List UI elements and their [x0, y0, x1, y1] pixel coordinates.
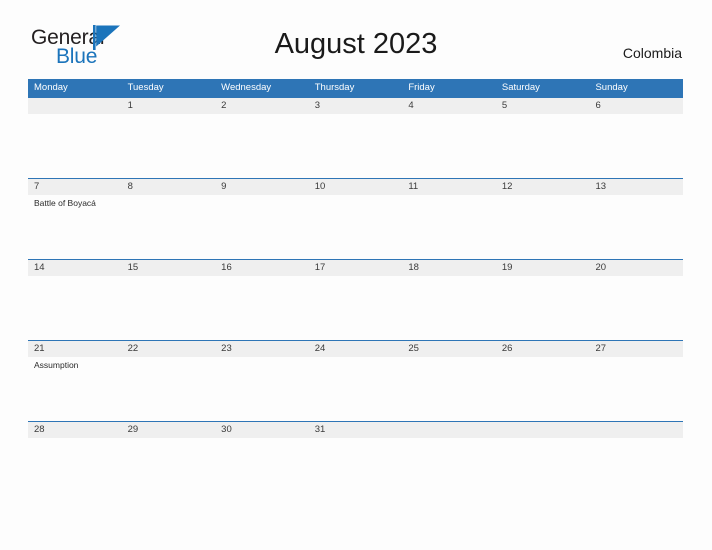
day-cell[interactable]: 19 [496, 260, 590, 340]
day-number: 25 [408, 343, 419, 354]
day-cell[interactable]: 30 [215, 422, 309, 451]
day-number: 15 [127, 262, 139, 273]
day-cell[interactable]: 10 [309, 179, 403, 259]
week-row: 28 29 30 31 [28, 421, 683, 451]
weekday-saturday: Saturday [501, 82, 540, 93]
day-cell[interactable]: 12 [496, 179, 590, 259]
day-cell[interactable]: 2 [215, 98, 309, 178]
day-number: 9 [221, 181, 227, 192]
day-cell[interactable]: 23 [215, 341, 309, 421]
day-cell[interactable]: 5 [496, 98, 590, 178]
day-cell[interactable] [28, 98, 122, 178]
country-label: Colombia [622, 45, 682, 61]
day-number: 30 [221, 424, 232, 435]
day-number: 10 [314, 181, 326, 192]
day-cell[interactable]: 25 [402, 341, 496, 421]
day-number: 18 [408, 262, 419, 273]
day-number: 23 [221, 343, 232, 354]
weekday-tuesday: Tuesday [127, 82, 164, 93]
day-number: 11 [408, 181, 419, 192]
day-number: 4 [408, 100, 414, 111]
day-number: 22 [127, 343, 139, 354]
day-cell[interactable]: 6 [589, 98, 683, 178]
day-number: 31 [314, 424, 326, 435]
day-number: 20 [595, 262, 607, 273]
day-number: 26 [501, 343, 513, 354]
day-cell[interactable]: 22 [122, 341, 216, 421]
week-row: 1 2 3 4 5 6 [28, 97, 683, 178]
day-number: 13 [595, 181, 607, 192]
weekday-wednesday: Wednesday [221, 82, 272, 93]
week-row: 7 Battle of Boyacá 8 9 10 11 12 13 [28, 178, 683, 259]
day-cell[interactable]: 18 [402, 260, 496, 340]
weekday-thursday: Thursday [314, 82, 355, 93]
day-cell[interactable]: 9 [215, 179, 309, 259]
day-event: Battle of Boyacá [34, 198, 96, 208]
day-cell[interactable]: 7 Battle of Boyacá [28, 179, 122, 259]
day-cell[interactable]: 1 [122, 98, 216, 178]
day-number: 8 [127, 181, 133, 192]
day-number: 7 [34, 181, 40, 192]
day-cell[interactable]: 14 [28, 260, 122, 340]
day-cell[interactable]: 28 [28, 422, 122, 451]
weekday-header-row: Monday Tuesday Wednesday Thursday Friday… [28, 79, 683, 97]
day-number: 1 [127, 100, 133, 111]
day-cell[interactable]: 17 [309, 260, 403, 340]
day-cell[interactable] [496, 422, 590, 451]
day-number: 5 [501, 100, 508, 111]
day-number: 12 [501, 181, 513, 192]
day-cell[interactable]: 31 [309, 422, 403, 451]
day-number: 27 [595, 343, 607, 354]
day-number: 17 [314, 262, 326, 273]
day-cell[interactable]: 26 [496, 341, 590, 421]
day-cell[interactable]: 11 [402, 179, 496, 259]
day-cell[interactable]: 3 [309, 98, 403, 178]
day-number: 3 [314, 100, 321, 111]
day-cell[interactable]: 15 [122, 260, 216, 340]
weekday-monday: Monday [34, 82, 68, 93]
day-number: 14 [34, 262, 45, 273]
day-number: 2 [221, 100, 227, 111]
calendar-table: Monday Tuesday Wednesday Thursday Friday… [28, 79, 683, 451]
day-cell[interactable] [402, 422, 496, 451]
day-number: 6 [595, 100, 601, 111]
day-cell[interactable]: 24 [309, 341, 403, 421]
week-row: 21 Assumption 22 23 24 25 26 27 [28, 340, 683, 421]
day-cell[interactable]: 16 [215, 260, 309, 340]
page-title: August 2023 [274, 28, 438, 60]
day-number: 21 [34, 343, 45, 354]
day-cell[interactable]: 29 [122, 422, 216, 451]
day-number: 24 [314, 343, 326, 354]
day-event: Assumption [34, 360, 79, 370]
day-cell[interactable]: 8 [122, 179, 216, 259]
weekday-sunday: Sunday [595, 82, 628, 93]
day-number: 16 [221, 262, 232, 273]
day-cell[interactable]: 13 [589, 179, 683, 259]
day-cell[interactable]: 27 [589, 341, 683, 421]
day-number: 29 [127, 424, 139, 435]
day-number: 28 [34, 424, 45, 435]
day-cell[interactable] [589, 422, 683, 451]
week-row: 14 15 16 17 18 19 20 [28, 259, 683, 340]
day-number: 19 [501, 262, 513, 273]
weekday-friday: Friday [408, 82, 435, 93]
day-cell[interactable]: 21 Assumption [28, 341, 122, 421]
day-cell[interactable]: 4 [402, 98, 496, 178]
page-header: General Blue August 2023 Colombia [0, 0, 712, 67]
day-cell[interactable]: 20 [589, 260, 683, 340]
